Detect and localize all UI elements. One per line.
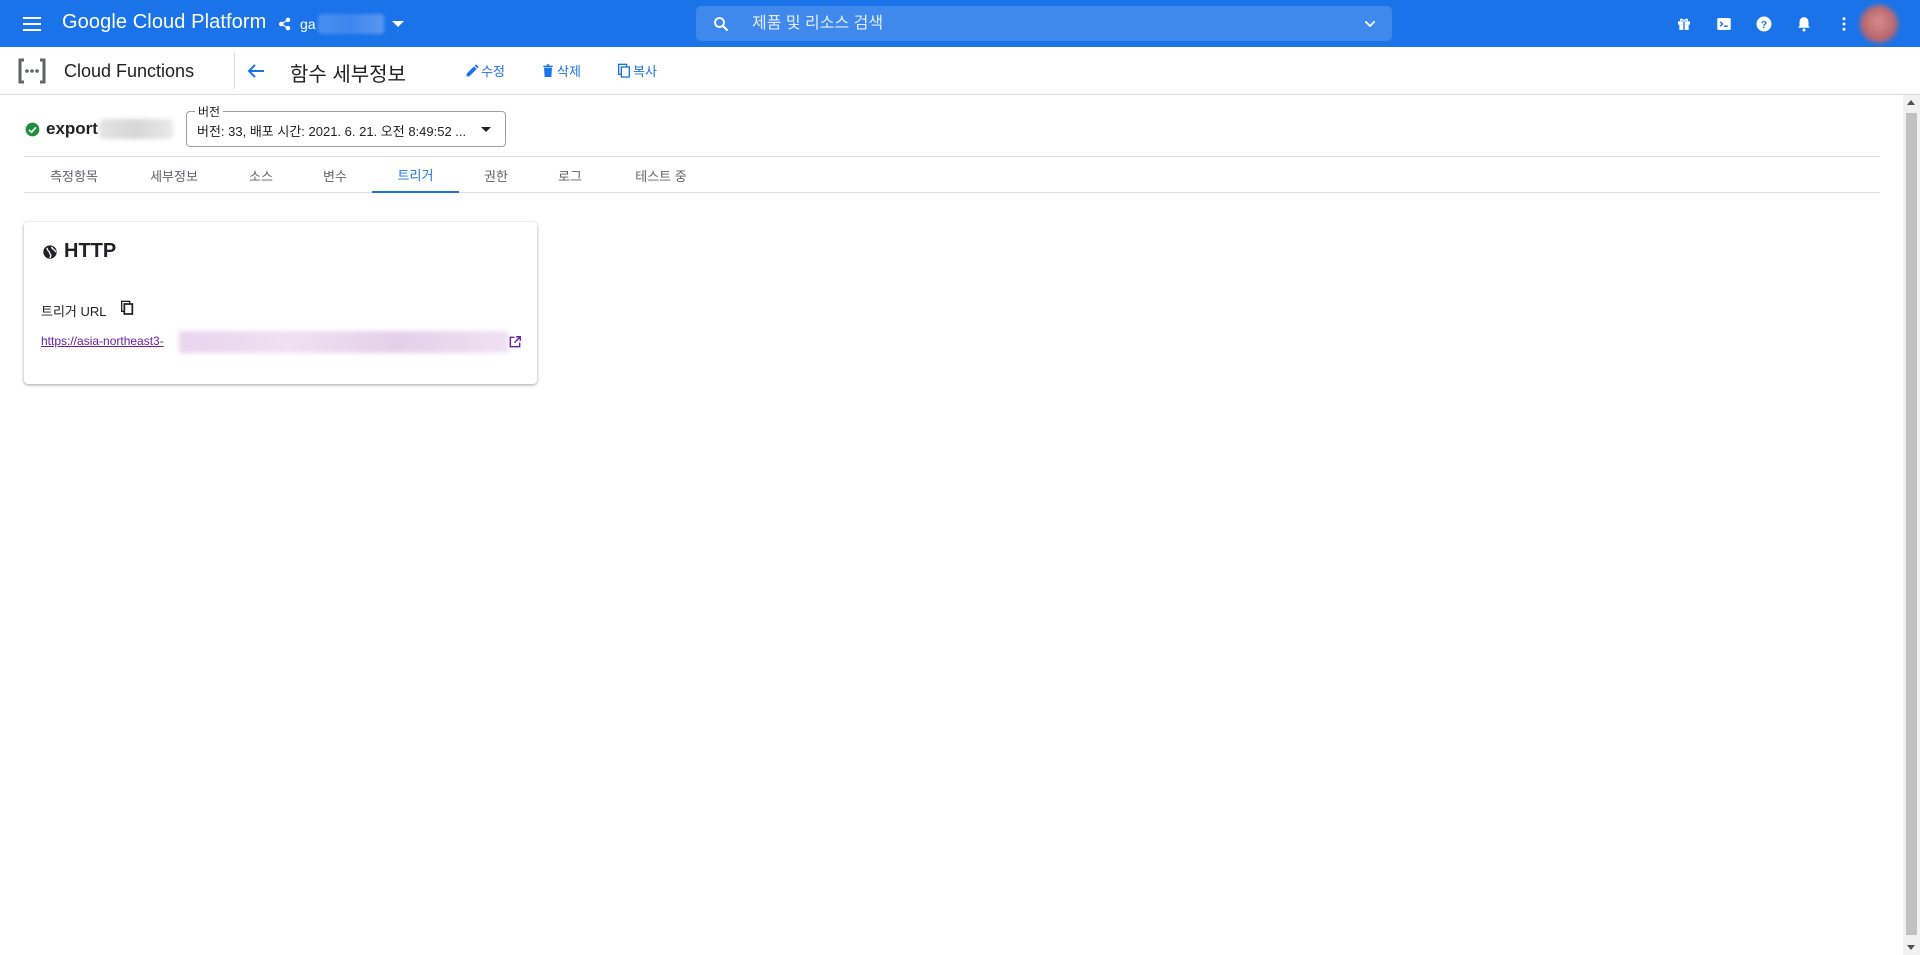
edit-button[interactable]: 수정	[464, 61, 505, 80]
tab-logs[interactable]: 로그	[533, 157, 607, 193]
trash-icon	[543, 63, 553, 77]
globe-icon	[43, 245, 57, 259]
check-circle-icon	[25, 122, 40, 137]
search-icon	[714, 17, 728, 31]
scroll-up-arrow-icon[interactable]	[1907, 100, 1915, 105]
back-arrow-icon[interactable]	[244, 59, 268, 83]
top-app-bar: Google Cloud Platform ga ?	[0, 0, 1920, 47]
version-select[interactable]: 버전 버전: 33, 배포 시간: 2021. 6. 21. 오전 8:49:5…	[186, 103, 506, 147]
trigger-url-label: 트리거 URL	[41, 304, 107, 319]
tab-testing[interactable]: 테스트 중	[607, 157, 715, 193]
copy-icon	[618, 63, 630, 78]
project-name: ga	[300, 16, 316, 32]
scrollbar-thumb[interactable]	[1906, 113, 1917, 935]
cloud-shell-icon[interactable]	[1712, 12, 1736, 36]
chevron-down-icon[interactable]	[1362, 16, 1378, 32]
gift-icon[interactable]	[1672, 12, 1696, 36]
page-header: Cloud Functions 함수 세부정보 수정 삭제 복사	[0, 47, 1920, 95]
svg-text:?: ?	[1761, 19, 1767, 31]
function-name: export	[46, 119, 173, 139]
chevron-down-icon	[391, 21, 404, 27]
tab-permissions[interactable]: 권한	[459, 157, 533, 193]
delete-button[interactable]: 삭제	[540, 61, 581, 80]
copy-button[interactable]: 복사	[616, 61, 657, 80]
function-name-redacted	[98, 119, 173, 139]
trigger-url-redacted	[179, 331, 509, 353]
menu-icon[interactable]	[20, 12, 44, 36]
copy-label: 복사	[633, 64, 657, 79]
copy-icon[interactable]	[119, 300, 135, 316]
notifications-icon[interactable]	[1792, 12, 1816, 36]
project-name-redacted	[317, 14, 384, 34]
dropdown-arrow-icon	[481, 127, 491, 132]
function-name-text: export	[46, 119, 98, 138]
version-value: 버전: 33, 배포 시간: 2021. 6. 21. 오전 8:49:52 .…	[197, 124, 467, 139]
tab-trigger[interactable]: 트리거	[372, 157, 459, 193]
trigger-url-link[interactable]: https://asia-northeast3-	[41, 334, 164, 348]
divider	[234, 53, 235, 89]
brand-title[interactable]: Google Cloud Platform	[62, 11, 266, 34]
edit-label: 수정	[481, 64, 505, 79]
scrollbar[interactable]	[1903, 95, 1920, 955]
tab-metrics[interactable]: 측정항목	[24, 157, 124, 193]
tab-source[interactable]: 소스	[224, 157, 298, 193]
more-vert-icon[interactable]	[1832, 12, 1856, 36]
scroll-down-arrow-icon[interactable]	[1907, 945, 1915, 950]
page-title: 함수 세부정보	[290, 64, 406, 86]
project-icon	[279, 17, 291, 31]
trigger-card: HTTP 트리거 URL https://asia-northeast3-	[24, 222, 537, 384]
help-icon[interactable]: ?	[1752, 12, 1776, 36]
external-link-icon[interactable]	[508, 335, 522, 349]
search-bar[interactable]	[696, 6, 1392, 41]
tab-bar: 측정항목 세부정보 소스 변수 트리거 권한 로그 테스트 중	[24, 157, 1880, 193]
cloud-functions-logo-icon	[18, 58, 46, 84]
delete-label: 삭제	[557, 64, 581, 79]
trigger-type-title: HTTP	[64, 240, 117, 262]
pencil-icon	[466, 63, 479, 76]
product-title: Cloud Functions	[64, 61, 195, 81]
avatar[interactable]	[1860, 5, 1898, 43]
tab-variables[interactable]: 변수	[298, 157, 372, 193]
search-input[interactable]	[752, 6, 1312, 41]
version-label: 버전	[195, 103, 224, 120]
tab-details[interactable]: 세부정보	[124, 157, 224, 193]
project-selector[interactable]: ga	[276, 10, 404, 38]
